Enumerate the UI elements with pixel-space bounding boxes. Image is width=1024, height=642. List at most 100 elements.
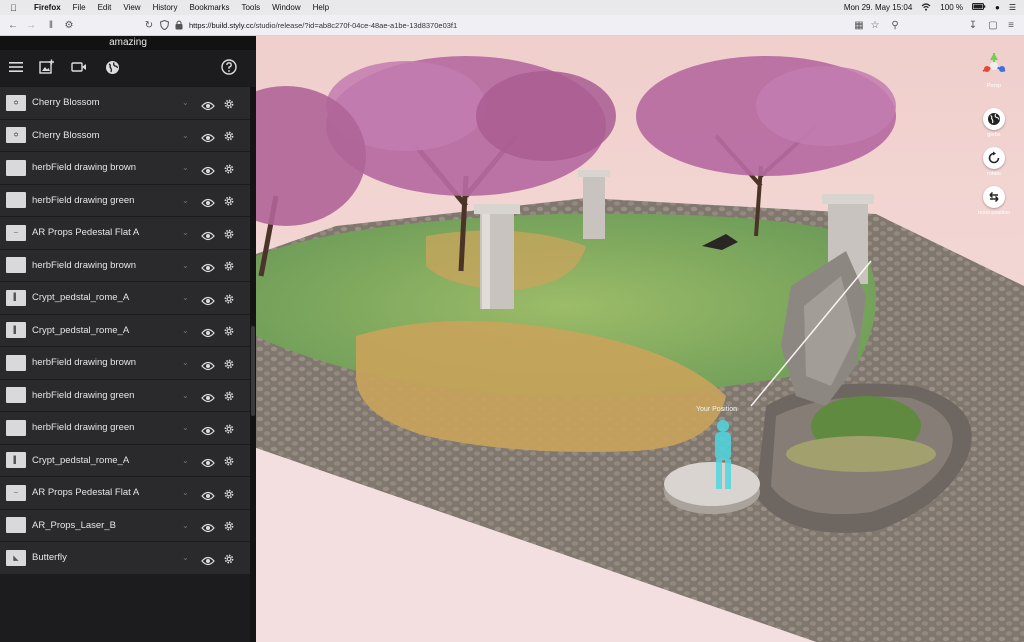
scene-viewport[interactable]: Your Position Persp globe rotate reset p… (256, 36, 1024, 642)
visibility-eye-icon[interactable] (201, 260, 215, 273)
expand-chevron-icon[interactable]: ⌄ (182, 391, 189, 400)
control-center-icon[interactable]: ● (995, 3, 1000, 12)
url-bar[interactable]: https://build.styly.cc/studio/release/?i… (159, 17, 860, 35)
settings-gear-icon[interactable] (223, 259, 235, 271)
visibility-eye-icon[interactable] (201, 455, 215, 468)
video-camera-icon[interactable] (70, 58, 88, 76)
reload-icon[interactable]: ↻ (142, 18, 156, 32)
reset-position-tool[interactable]: reset position (972, 186, 1016, 216)
layer-row[interactable]: ▌ Crypt_pedstal_rome_A ⌄ (0, 314, 250, 347)
layer-row[interactable]: ✡ Cherry Blossom ⌄ (0, 119, 250, 152)
expand-chevron-icon[interactable]: ⌄ (182, 488, 189, 497)
expand-chevron-icon[interactable]: ⌄ (182, 358, 189, 367)
url-text[interactable]: https://build.styly.cc/studio/release/?i… (189, 21, 457, 30)
bookmark-star-icon[interactable]: ☆ (868, 18, 882, 32)
expand-chevron-icon[interactable]: ⌄ (182, 553, 189, 562)
settings-gear-icon[interactable] (223, 292, 235, 304)
library-icon[interactable]: ‖ (44, 18, 58, 32)
settings-gear-icon[interactable] (223, 519, 235, 531)
lock-icon[interactable] (175, 17, 183, 35)
menu-file[interactable]: File (73, 3, 86, 12)
menu-view[interactable]: View (123, 3, 140, 12)
settings-gear-icon[interactable] (223, 389, 235, 401)
add-asset-icon[interactable] (38, 58, 56, 76)
expand-chevron-icon[interactable]: ⌄ (182, 196, 189, 205)
scene-render[interactable] (256, 36, 1024, 642)
apple-icon[interactable]:  (10, 3, 22, 13)
settings-gear-icon[interactable] (223, 162, 235, 174)
menu-edit[interactable]: Edit (98, 3, 112, 12)
globe-icon[interactable] (983, 108, 1005, 130)
layer-row[interactable]: herbField drawing green ⌄ (0, 184, 250, 217)
settings-gear-icon[interactable] (223, 227, 235, 239)
expand-chevron-icon[interactable]: ⌄ (182, 456, 189, 465)
back-icon[interactable]: ← (6, 18, 20, 32)
settings-gear-icon[interactable] (223, 97, 235, 109)
settings-gear-icon[interactable] (223, 194, 235, 206)
layer-row[interactable]: AR_Props_Laser_B ⌄ (0, 509, 250, 542)
perspective-gizmo[interactable]: Persp (972, 51, 1016, 89)
visibility-eye-icon[interactable] (201, 423, 215, 435)
rotate-icon[interactable] (983, 147, 1005, 169)
globe-tool[interactable]: globe (972, 108, 1016, 138)
rotate-tool[interactable]: rotate (972, 147, 1016, 177)
layer-row[interactable]: herbField drawing brown ⌄ (0, 347, 250, 380)
expand-chevron-icon[interactable]: ⌄ (182, 261, 189, 270)
settings-gear-icon[interactable] (223, 129, 235, 141)
visibility-eye-icon[interactable] (201, 390, 215, 403)
help-icon[interactable] (220, 58, 238, 76)
reset-position-icon[interactable] (983, 186, 1005, 208)
menu-history[interactable]: History (153, 3, 178, 12)
hamburger-menu-icon[interactable] (7, 58, 25, 76)
layer-list-scroll-thumb[interactable] (251, 326, 255, 416)
visibility-eye-icon[interactable] (201, 195, 215, 208)
menu-window[interactable]: Window (272, 3, 300, 12)
expand-chevron-icon[interactable]: ⌄ (182, 131, 189, 140)
visibility-eye-icon[interactable] (201, 358, 215, 370)
settings-gear-icon[interactable] (223, 357, 235, 369)
battery-icon[interactable] (971, 3, 986, 12)
expand-chevron-icon[interactable]: ⌄ (182, 293, 189, 302)
wifi-icon[interactable] (921, 2, 931, 13)
globe-publish-icon[interactable] (103, 58, 121, 76)
menu-bookmarks[interactable]: Bookmarks (189, 3, 229, 12)
visibility-eye-icon[interactable] (201, 488, 215, 500)
perspective-gizmo-icon[interactable] (979, 51, 1009, 81)
forward-icon[interactable]: → (24, 18, 38, 32)
expand-chevron-icon[interactable]: ⌄ (182, 521, 189, 530)
expand-chevron-icon[interactable]: ⌄ (182, 98, 189, 107)
expand-chevron-icon[interactable]: ⌄ (182, 423, 189, 432)
layer-row[interactable]: – AR Props Pedestal Flat A ⌄ (0, 217, 250, 250)
layer-row[interactable]: herbField drawing green ⌄ (0, 379, 250, 412)
layer-row[interactable]: herbField drawing brown ⌄ (0, 249, 250, 282)
visibility-eye-icon[interactable] (201, 98, 215, 110)
visibility-eye-icon[interactable] (201, 130, 215, 143)
settings-gear-icon[interactable] (223, 552, 235, 564)
grid-icon[interactable]: ▦ (852, 18, 866, 32)
layer-row[interactable]: herbField drawing brown ⌄ (0, 152, 250, 185)
layer-row[interactable]: – AR Props Pedestal Flat A ⌄ (0, 477, 250, 510)
expand-chevron-icon[interactable]: ⌄ (182, 163, 189, 172)
search-icon[interactable]: ⚲ (888, 18, 902, 32)
visibility-eye-icon[interactable] (201, 228, 215, 240)
overflow-menu-icon[interactable]: ≡ (1004, 18, 1018, 32)
settings-gear-icon[interactable] (223, 324, 235, 336)
extensions-icon[interactable]: ⚙ (62, 18, 76, 32)
layer-row[interactable]: ▌ Crypt_pedstal_rome_A ⌄ (0, 444, 250, 477)
settings-gear-icon[interactable] (223, 487, 235, 499)
layer-row[interactable]: ◣ Butterfly ⌄ (0, 542, 250, 575)
layer-row[interactable]: ▌ Crypt_pedstal_rome_A ⌄ (0, 282, 250, 315)
menu-app-name[interactable]: Firefox (34, 3, 61, 12)
expand-chevron-icon[interactable]: ⌄ (182, 326, 189, 335)
expand-chevron-icon[interactable]: ⌄ (182, 228, 189, 237)
visibility-eye-icon[interactable] (201, 163, 215, 175)
visibility-eye-icon[interactable] (201, 325, 215, 338)
visibility-eye-icon[interactable] (201, 553, 215, 565)
menu-extras-icon[interactable]: ☰ (1009, 3, 1016, 12)
layer-row[interactable]: herbField drawing green ⌄ (0, 412, 250, 445)
settings-gear-icon[interactable] (223, 422, 235, 434)
settings-gear-icon[interactable] (223, 454, 235, 466)
share-icon[interactable]: ▢ (986, 18, 1000, 32)
shield-icon[interactable] (159, 17, 170, 35)
menu-tools[interactable]: Tools (241, 3, 260, 12)
